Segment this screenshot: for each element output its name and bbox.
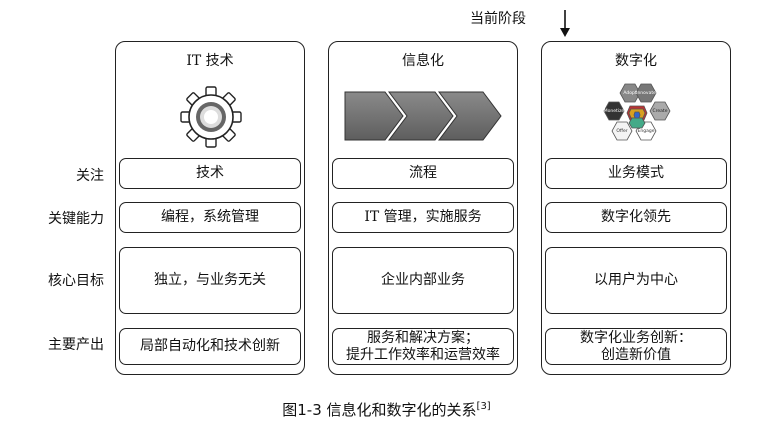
hexagon-cycle-icon: Adopt Innovate Monetize Create Offer Eng… bbox=[603, 83, 671, 141]
caption-reference: [3] bbox=[476, 401, 491, 412]
output-box: 局部自动化和技术创新 bbox=[119, 328, 301, 365]
output-box: 数字化业务创新： 创造新价值 bbox=[545, 328, 727, 365]
current-stage-label: 当前阶段 bbox=[470, 11, 526, 27]
row-label-focus: 关注 bbox=[76, 168, 104, 184]
output-line-2: 创造新价值 bbox=[601, 346, 671, 363]
focus-box: 业务模式 bbox=[545, 158, 727, 189]
hex-label: Innovate bbox=[636, 90, 656, 96]
hex-label: Adopt bbox=[623, 90, 636, 96]
panel-title: 信息化 bbox=[402, 53, 444, 69]
goal-box: 企业内部业务 bbox=[332, 247, 514, 314]
chevron-process-icon bbox=[344, 91, 502, 141]
figure-caption: 图1-3 信息化和数字化的关系[3] bbox=[0, 399, 773, 420]
goal-box: 独立，与业务无关 bbox=[119, 247, 301, 314]
panel-informatization: 信息化 流程 IT 管理，实施服务 企业内部业务 服务和解决方案； 提升工作效率… bbox=[328, 41, 518, 375]
capability-box: IT 管理，实施服务 bbox=[332, 202, 514, 233]
caption-text: 图1-3 信息化和数字化的关系 bbox=[282, 401, 477, 419]
capability-box: 数字化领先 bbox=[545, 202, 727, 233]
gear-icon bbox=[180, 86, 242, 148]
row-label-output: 主要产出 bbox=[48, 337, 104, 353]
output-line-1: 数字化业务创新： bbox=[580, 329, 692, 346]
down-arrow-icon bbox=[560, 10, 570, 37]
hex-label: Monetize bbox=[604, 108, 625, 114]
panel-digitalization: 数字化 Adopt Innovate Monetize Create Offer… bbox=[541, 41, 731, 375]
output-line-2: 提升工作效率和运营效率 bbox=[346, 346, 500, 363]
hex-label: Offer bbox=[616, 128, 627, 134]
panel-title: IT 技术 bbox=[186, 53, 234, 69]
focus-box: 技术 bbox=[119, 158, 301, 189]
hex-label: Create bbox=[653, 108, 668, 114]
output-line-1: 服务和解决方案； bbox=[367, 329, 479, 346]
capability-box: 编程，系统管理 bbox=[119, 202, 301, 233]
output-box: 服务和解决方案； 提升工作效率和运营效率 bbox=[332, 328, 514, 365]
goal-box: 以用户为中心 bbox=[545, 247, 727, 314]
focus-box: 流程 bbox=[332, 158, 514, 189]
panel-title: 数字化 bbox=[615, 53, 657, 69]
row-label-capability: 关键能力 bbox=[48, 211, 104, 227]
hex-label: Engage bbox=[638, 128, 655, 134]
panel-it-tech: IT 技术 技术 编程，系统管理 独立，与业务无关 局部自动化和技术创新 bbox=[115, 41, 305, 375]
row-label-goal: 核心目标 bbox=[48, 273, 104, 289]
